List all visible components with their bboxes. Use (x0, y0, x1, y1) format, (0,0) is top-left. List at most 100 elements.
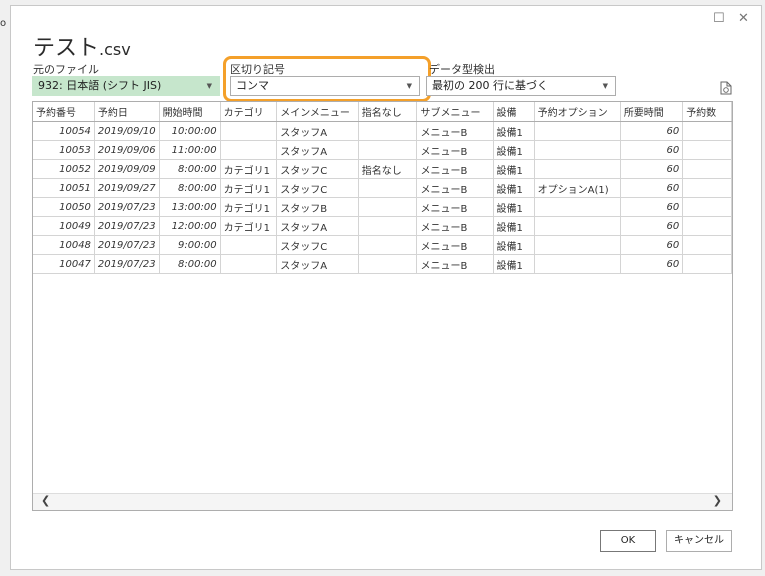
table-row: 10051 2019/09/27 8:00:00 カテゴリ1 スタッフC メニューB 設備1… (33, 178, 732, 198)
table-cell: 10048 (33, 235, 95, 255)
table-cell: 2019/07/23 (94, 254, 160, 274)
refresh-icon[interactable] (720, 81, 732, 95)
table-cell: 10049 (33, 216, 95, 236)
table-row: 10050 2019/07/23 13:00:00 カテゴリ1 スタッフB メニューB 設備… (33, 197, 732, 217)
table-cell: メニューB (416, 216, 494, 236)
table-cell: 設備1 (493, 140, 535, 160)
table-cell: 8:00:00 (159, 254, 221, 274)
table-cell (682, 159, 732, 179)
column-header[interactable]: 予約日 (94, 102, 160, 122)
table-cell: スタッフA (276, 216, 359, 236)
column-header[interactable]: 指名なし (358, 102, 418, 122)
table-cell: 10050 (33, 197, 95, 217)
table-cell: 60 (620, 178, 684, 198)
title-extension: .csv (99, 40, 131, 59)
column-header[interactable]: 予約数 (682, 102, 732, 122)
column-header[interactable]: 所要時間 (620, 102, 684, 122)
table-row: 10052 2019/09/09 8:00:00 カテゴリ1 スタッフC 指名なし メニュー… (33, 159, 732, 179)
table-cell: スタッフA (276, 254, 359, 274)
header-row: 予約番号 予約日 開始時間 カテゴリ メインメニュー 指名なし サブメニュー 設… (33, 102, 732, 122)
ok-button[interactable]: OK (600, 530, 656, 552)
table-cell (534, 140, 621, 160)
table-cell (358, 254, 418, 274)
table-cell (682, 140, 732, 160)
table-cell: スタッフB (276, 197, 359, 217)
column-header[interactable]: カテゴリ (220, 102, 278, 122)
delimiter-dropdown[interactable]: コンマ ▼ (230, 76, 420, 96)
table-cell: スタッフA (276, 121, 359, 141)
preview-grid[interactable]: 予約番号 予約日 開始時間 カテゴリ メインメニュー 指名なし サブメニュー 設… (32, 101, 733, 511)
table-cell (358, 178, 418, 198)
table-cell (358, 140, 418, 160)
table-cell: 設備1 (493, 254, 535, 274)
table-cell (358, 216, 418, 236)
table-cell (358, 197, 418, 217)
source-file-dropdown[interactable]: 932: 日本語 (シフト JIS) ▼ (32, 76, 220, 96)
table-cell: 60 (620, 197, 684, 217)
import-dialog: ☐ ✕ テスト.csv 元のファイル 932: 日本語 (シフト JIS) ▼ … (10, 5, 762, 570)
table-cell: カテゴリ1 (220, 197, 278, 217)
table-cell (682, 254, 732, 274)
table-cell: 10051 (33, 178, 95, 198)
column-header[interactable]: 予約番号 (33, 102, 95, 122)
table-cell: スタッフC (276, 235, 359, 255)
table-cell: 設備1 (493, 121, 535, 141)
table-row: 10048 2019/07/23 9:00:00 スタッフC メニューB 設備1 60 (33, 235, 732, 255)
column-header[interactable]: 開始時間 (159, 102, 221, 122)
scroll-left-icon[interactable]: ❮ (41, 494, 50, 507)
background-edge-text: o (0, 18, 7, 29)
column-header[interactable]: 予約オプション (534, 102, 621, 122)
table-row: 10049 2019/07/23 12:00:00 カテゴリ1 スタッフA メニューB 設備… (33, 216, 732, 236)
table-cell: 10047 (33, 254, 95, 274)
table-cell: 60 (620, 140, 684, 160)
table-cell: メニューB (416, 140, 494, 160)
cancel-button[interactable]: キャンセル (666, 530, 732, 552)
table-cell: 11:00:00 (159, 140, 221, 160)
table-cell (534, 254, 621, 274)
table-cell: 設備1 (493, 216, 535, 236)
dialog-title: テスト.csv (33, 30, 131, 62)
table-cell (358, 235, 418, 255)
table-cell: 2019/09/06 (94, 140, 160, 160)
scroll-right-icon[interactable]: ❯ (713, 494, 722, 507)
table-cell (534, 216, 621, 236)
close-icon[interactable]: ✕ (738, 12, 749, 26)
table-cell (358, 121, 418, 141)
maximize-icon[interactable]: ☐ (713, 12, 725, 26)
table-cell: メニューB (416, 254, 494, 274)
column-header[interactable]: 設備 (493, 102, 535, 122)
table-cell: 60 (620, 235, 684, 255)
table-cell: カテゴリ1 (220, 159, 278, 179)
table-cell: 10052 (33, 159, 95, 179)
horizontal-scrollbar[interactable]: ❮ ❯ (33, 493, 732, 510)
table-cell: 9:00:00 (159, 235, 221, 255)
source-file-label: 元のファイル (33, 63, 99, 76)
delimiter-label: 区切り記号 (230, 63, 285, 76)
table-cell (220, 140, 278, 160)
table-cell: メニューB (416, 121, 494, 141)
table-cell: 60 (620, 121, 684, 141)
table-cell: 設備1 (493, 159, 535, 179)
table-cell: スタッフC (276, 159, 359, 179)
table-cell (220, 254, 278, 274)
source-file-value: 932: 日本語 (シフト JIS) (38, 79, 162, 92)
table-cell: 2019/09/09 (94, 159, 160, 179)
table-cell (220, 235, 278, 255)
table-cell (534, 159, 621, 179)
column-header[interactable]: メインメニュー (276, 102, 359, 122)
table-cell: 設備1 (493, 178, 535, 198)
table-cell: 2019/09/27 (94, 178, 160, 198)
table-cell: 10053 (33, 140, 95, 160)
table-cell (534, 197, 621, 217)
table-cell: 指名なし (358, 159, 418, 179)
table-row: 10047 2019/07/23 8:00:00 スタッフA メニューB 設備1 60 (33, 254, 732, 274)
column-header[interactable]: サブメニュー (416, 102, 494, 122)
chevron-down-icon: ▼ (406, 82, 412, 90)
chevron-down-icon: ▼ (602, 82, 608, 90)
table-cell: カテゴリ1 (220, 178, 278, 198)
table-cell: 8:00:00 (159, 178, 221, 198)
chevron-down-icon: ▼ (206, 82, 212, 90)
type-detection-dropdown[interactable]: 最初の 200 行に基づく ▼ (426, 76, 616, 96)
table-cell (682, 216, 732, 236)
table-cell: 60 (620, 216, 684, 236)
